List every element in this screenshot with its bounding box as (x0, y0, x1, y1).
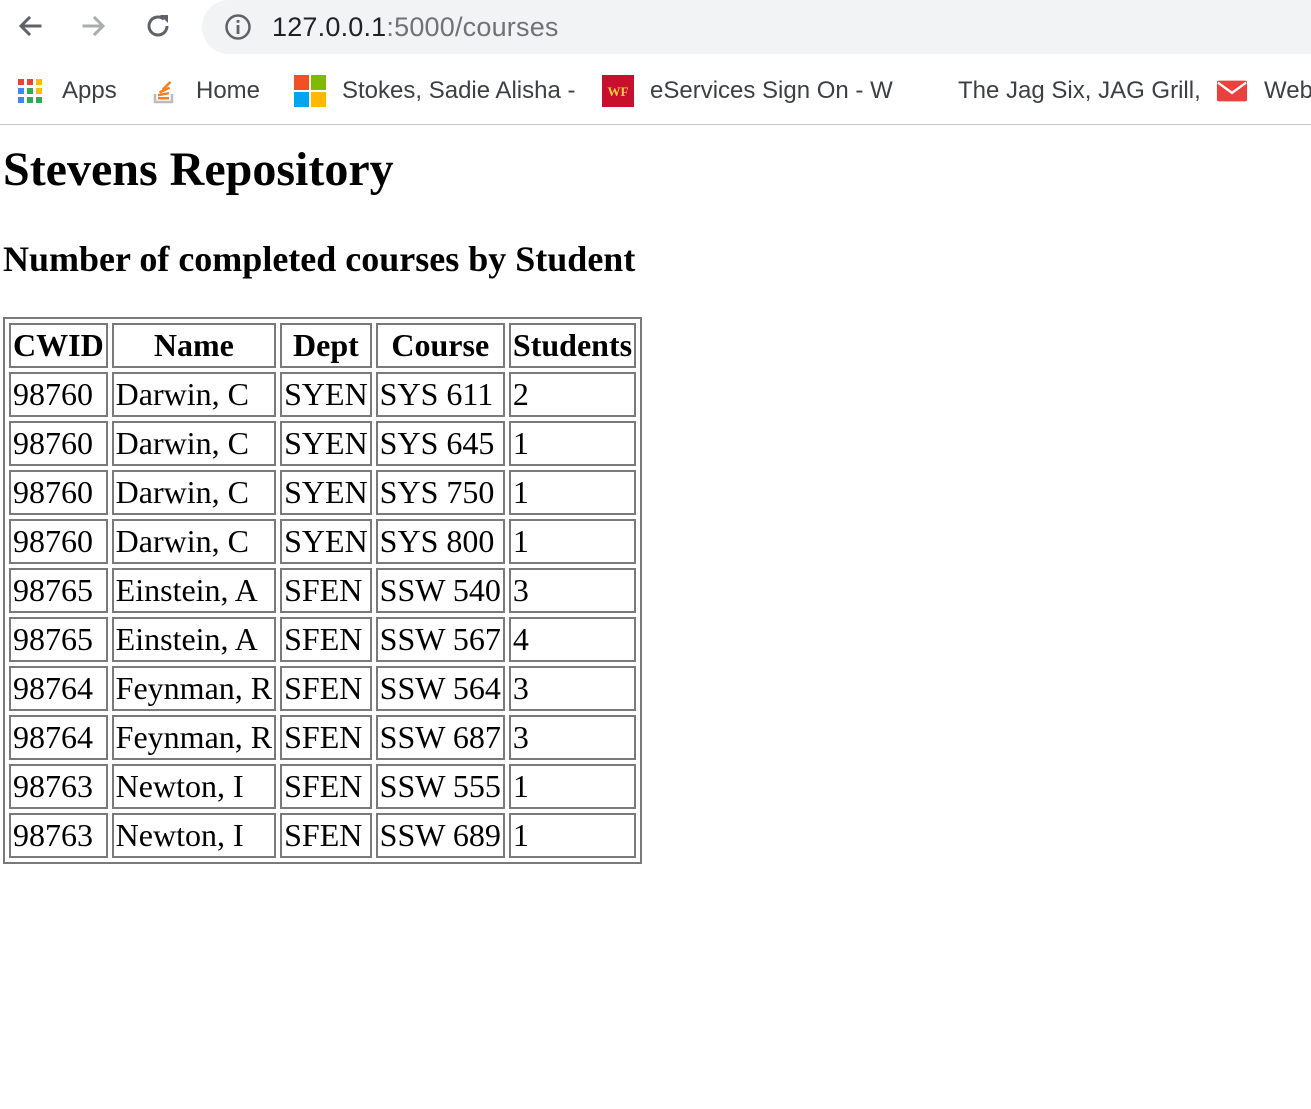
cell-course: SSW 567 (375, 617, 505, 662)
url-host: 127.0.0.1 (272, 12, 387, 42)
table-row: 98765 Einstein, A SFEN SSW 567 4 (9, 617, 637, 662)
bookmark-apps[interactable]: Apps (14, 71, 117, 111)
cell-name: Darwin, C (111, 470, 277, 515)
table-row: 98764 Feynman, R SFEN SSW 564 3 (9, 666, 637, 711)
cell-dept: SYEN (280, 421, 372, 466)
cell-name: Darwin, C (111, 519, 277, 564)
cell-students: 1 (508, 764, 637, 809)
table-row: 98763 Newton, I SFEN SSW 689 1 (9, 813, 637, 858)
cell-cwid: 98765 (9, 617, 108, 662)
cell-name: Feynman, R (111, 666, 277, 711)
cell-students: 1 (508, 813, 637, 858)
bookmark-label: eServices Sign On - W (650, 77, 893, 104)
cell-students: 1 (508, 470, 637, 515)
cell-dept: SYEN (280, 372, 372, 417)
table-row: 98760 Darwin, C SYEN SYS 800 1 (9, 519, 637, 564)
bookmark-home[interactable]: Home (148, 71, 260, 111)
url-path: :5000/courses (386, 12, 559, 42)
cell-name: Newton, I (111, 813, 277, 858)
back-icon[interactable] (12, 8, 48, 44)
forward-icon[interactable] (76, 8, 112, 44)
cell-cwid: 98764 (9, 666, 108, 711)
bookmark-label: Apps (62, 77, 117, 104)
table-body: 98760 Darwin, C SYEN SYS 611 2 98760 Darwin, C… (9, 372, 637, 858)
cell-dept: SFEN (280, 764, 372, 809)
page-title: Stevens Repository (3, 143, 394, 196)
url-text: 127.0.0.1:5000/courses (272, 12, 559, 42)
cell-course: SSW 540 (375, 568, 505, 613)
column-header-dept: Dept (280, 323, 372, 368)
column-header-course: Course (375, 323, 505, 368)
cell-course: SYS 750 (375, 470, 505, 515)
cell-cwid: 98760 (9, 470, 108, 515)
bookmark-label: Home (196, 77, 261, 104)
bookmark-web[interactable]: Web (1216, 71, 1311, 111)
cell-cwid: 98765 (9, 568, 108, 613)
cell-dept: SFEN (280, 666, 372, 711)
bookmark-jag-six[interactable]: The Jag Six, JAG Grill, (958, 71, 1201, 111)
mail-envelope-icon (1216, 75, 1248, 107)
cell-students: 3 (508, 568, 637, 613)
reload-icon[interactable] (140, 8, 176, 44)
cell-name: Newton, I (111, 764, 277, 809)
cell-cwid: 98763 (9, 813, 108, 858)
cell-cwid: 98760 (9, 421, 108, 466)
cell-course: SSW 564 (375, 666, 505, 711)
cell-dept: SFEN (280, 617, 372, 662)
bookmark-label: The Jag Six, JAG Grill, (958, 77, 1201, 104)
cell-cwid: 98764 (9, 715, 108, 760)
cell-cwid: 98760 (9, 372, 108, 417)
cell-students: 1 (508, 519, 637, 564)
bookmark-stokes[interactable]: Stokes, Sadie Alisha - (294, 71, 575, 111)
cell-cwid: 98760 (9, 519, 108, 564)
cell-students: 1 (508, 421, 637, 466)
cell-students: 3 (508, 715, 637, 760)
stackoverflow-icon (148, 75, 180, 107)
browser-chrome: 127.0.0.1:5000/courses Apps Home Stokes,… (0, 0, 1311, 125)
courses-table: CWID Name Dept Course Students 98760 Darw… (3, 317, 643, 864)
table-row: 98760 Darwin, C SYEN SYS 645 1 (9, 421, 637, 466)
cell-dept: SYEN (280, 470, 372, 515)
cell-course: SSW 687 (375, 715, 505, 760)
cell-students: 4 (508, 617, 637, 662)
table-row: 98763 Newton, I SFEN SSW 555 1 (9, 764, 637, 809)
cell-course: SSW 689 (375, 813, 505, 858)
cell-dept: SFEN (280, 813, 372, 858)
bookmark-label: Web (1264, 77, 1311, 104)
cell-course: SYS 800 (375, 519, 505, 564)
cell-name: Feynman, R (111, 715, 277, 760)
info-icon[interactable] (224, 13, 252, 41)
cell-dept: SFEN (280, 568, 372, 613)
cell-cwid: 98763 (9, 764, 108, 809)
page-subtitle: Number of completed courses by Student (3, 239, 636, 279)
column-header-students: Students (508, 323, 637, 368)
svg-text:WF: WF (608, 84, 629, 99)
bookmarks-bar: Apps Home Stokes, Sadie Alisha - WF eSer… (0, 63, 1311, 117)
apps-grid-icon (14, 75, 46, 107)
table-row: 98764 Feynman, R SFEN SSW 687 3 (9, 715, 637, 760)
cell-course: SYS 611 (375, 372, 505, 417)
cell-course: SYS 645 (375, 421, 505, 466)
cell-name: Einstein, A (111, 568, 277, 613)
table-header-row: CWID Name Dept Course Students (9, 323, 637, 368)
address-bar[interactable]: 127.0.0.1:5000/courses (202, 0, 1311, 54)
cell-students: 2 (508, 372, 637, 417)
cell-name: Darwin, C (111, 372, 277, 417)
microsoft-icon (294, 75, 326, 107)
cell-students: 3 (508, 666, 637, 711)
bookmark-eservices[interactable]: WF eServices Sign On - W (602, 71, 893, 111)
bookmark-label: Stokes, Sadie Alisha - (342, 77, 576, 104)
column-header-cwid: CWID (9, 323, 108, 368)
wells-fargo-icon: WF (602, 75, 634, 107)
cell-dept: SFEN (280, 715, 372, 760)
table-row: 98760 Darwin, C SYEN SYS 611 2 (9, 372, 637, 417)
column-header-name: Name (111, 323, 277, 368)
cell-dept: SYEN (280, 519, 372, 564)
cell-course: SSW 555 (375, 764, 505, 809)
browser-toolbar: 127.0.0.1:5000/courses (0, 0, 1311, 55)
table-row: 98765 Einstein, A SFEN SSW 540 3 (9, 568, 637, 613)
table-row: 98760 Darwin, C SYEN SYS 750 1 (9, 470, 637, 515)
cell-name: Darwin, C (111, 421, 277, 466)
cell-name: Einstein, A (111, 617, 277, 662)
